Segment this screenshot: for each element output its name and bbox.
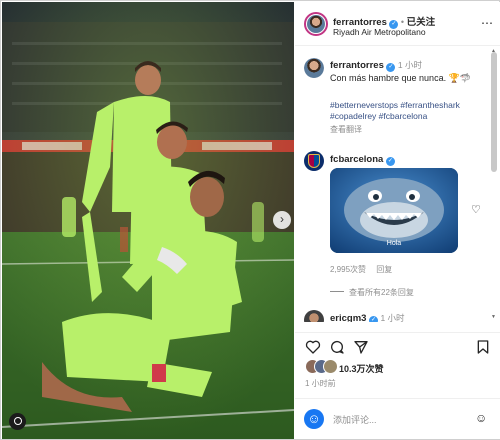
comment-input[interactable]: 添加评论... xyxy=(333,413,377,426)
emoji-picker-icon[interactable]: ☺ xyxy=(304,409,324,429)
share-icon[interactable] xyxy=(353,339,369,355)
caption-time: 1 小时 xyxy=(397,60,422,70)
action-bar xyxy=(295,332,500,354)
caption-avatar[interactable] xyxy=(304,58,324,78)
comments-scrollbar[interactable] xyxy=(491,52,497,172)
comment-composer: ☺ 添加评论... ☺ xyxy=(295,398,500,440)
separator-dot: • xyxy=(400,17,405,27)
fcb-avatar[interactable] xyxy=(304,151,324,171)
see-translation-link[interactable]: 查看翻译 xyxy=(330,124,362,135)
caption-hashtags[interactable]: #betterneverstops #ferrantheshark #copad… xyxy=(330,100,480,122)
location-link[interactable]: Riyadh Air Metropolitano xyxy=(333,27,426,37)
post-photo[interactable]: › xyxy=(2,2,294,439)
smiley-icon[interactable]: ☺ xyxy=(475,411,487,425)
comments-scroll[interactable]: ferrantorres ✓ 1 小时 Con más hambre que n… xyxy=(295,47,500,322)
post-panel: ferrantorres ✓ • 已关注 Riyadh Air Metropol… xyxy=(295,2,500,439)
post-viewer: › ferrantorres ✓ • 已关注 Riyadh Air Metrop… xyxy=(0,0,500,440)
gif-caption: Hola xyxy=(386,240,402,247)
post-header: ferrantorres ✓ • 已关注 Riyadh Air Metropol… xyxy=(295,2,500,46)
verified-icon: ✓ xyxy=(385,157,395,166)
more-options-icon[interactable]: ⋯ xyxy=(481,16,494,30)
scroll-down-arrow[interactable]: ▼ xyxy=(491,314,497,320)
verified-icon: ✓ xyxy=(368,316,378,322)
stadium-photo xyxy=(2,2,294,439)
caption-username[interactable]: ferrantorres xyxy=(330,60,384,71)
reply-button[interactable]: 回复 xyxy=(376,265,392,274)
author-avatar[interactable] xyxy=(304,12,328,36)
comment-likes: 2,995次赞 xyxy=(330,265,367,274)
next-comment-username[interactable]: ericgm3 xyxy=(330,313,366,322)
verified-icon: ✓ xyxy=(386,63,396,72)
next-comment-time: 1 小时 xyxy=(380,313,405,322)
caption-text-line: Con más hambre que nunca. 🏆🦈 xyxy=(330,73,471,84)
post-time-ago: 1 小时前 xyxy=(305,379,336,388)
next-photo-button[interactable]: › xyxy=(273,211,291,229)
comment-username[interactable]: fcbarcelona xyxy=(330,154,383,165)
tagged-people-icon[interactable] xyxy=(9,413,26,430)
comment-icon[interactable] xyxy=(329,339,345,355)
caption-emojis: 🏆🦈 xyxy=(448,73,472,83)
likes-count[interactable]: 10.3万次赞 xyxy=(339,362,384,375)
view-replies-link[interactable]: 查看所有22条回复 xyxy=(330,287,414,298)
comment-like-icon[interactable]: ♡ xyxy=(471,203,481,216)
comment-gif[interactable]: Hola xyxy=(330,168,458,253)
next-comment-avatar[interactable] xyxy=(304,310,324,322)
like-heart-icon[interactable] xyxy=(305,339,321,355)
caption-text: Con más hambre que nunca. xyxy=(330,73,447,83)
save-bookmark-icon[interactable] xyxy=(475,339,491,355)
